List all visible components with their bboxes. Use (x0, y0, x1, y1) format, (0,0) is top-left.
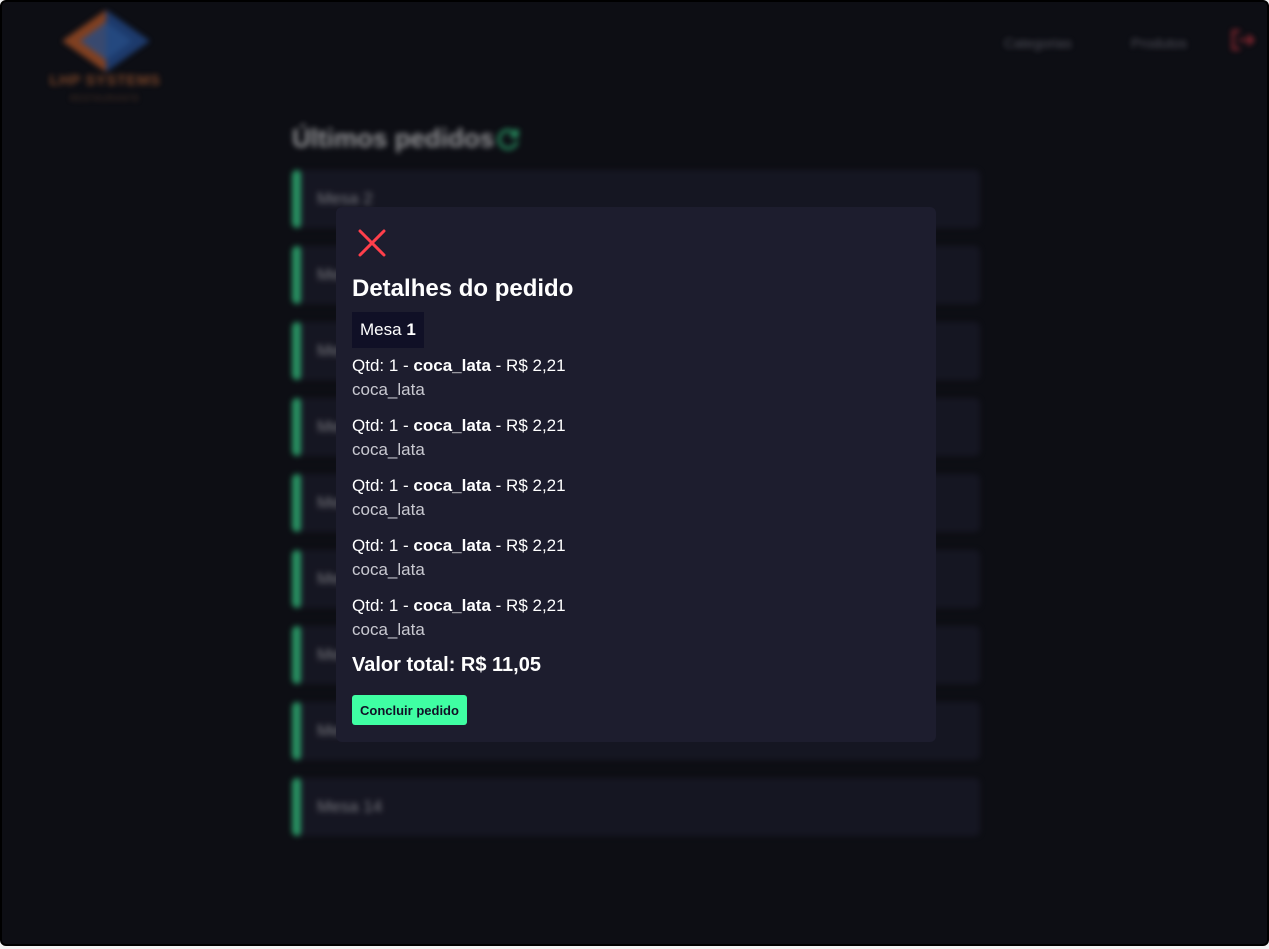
item-name: coca_lata (413, 416, 491, 435)
nav-categorias[interactable]: Categorias (1004, 35, 1072, 51)
item-qty: Qtd: 1 - (352, 416, 409, 435)
item-qty: Qtd: 1 - (352, 536, 409, 555)
item-price: - R$ 2,21 (495, 476, 566, 495)
item-line: Qtd: 1 - coca_lata - R$ 2,21 (352, 474, 912, 498)
order-item: Qtd: 1 - coca_lata - R$ 2,21 coca_lata (352, 474, 912, 522)
table-badge: Mesa 1 (352, 312, 424, 348)
item-description: coca_lata (352, 500, 425, 519)
item-description: coca_lata (352, 620, 425, 639)
item-price: - R$ 2,21 (495, 596, 566, 615)
item-line: Qtd: 1 - coca_lata - R$ 2,21 (352, 414, 912, 438)
item-name: coca_lata (413, 356, 491, 375)
finish-order-button[interactable]: Concluir pedido (352, 695, 467, 725)
logo[interactable]: LHP SYSTEMS RESTAURANTE (44, 6, 166, 106)
order-status-bar (292, 702, 301, 760)
item-line: Qtd: 1 - coca_lata - R$ 2,21 (352, 534, 912, 558)
order-details-modal: Detalhes do pedido Mesa 1 Qtd: 1 - coca_… (336, 207, 936, 742)
item-price: - R$ 2,21 (495, 416, 566, 435)
logo-name: LHP SYSTEMS (49, 72, 161, 89)
order-status-bar (292, 246, 301, 304)
table-prefix: Mesa (360, 320, 402, 339)
item-price: - R$ 2,21 (495, 536, 566, 555)
logo-mark-icon (62, 10, 150, 72)
order-status-bar (292, 550, 301, 608)
order-row[interactable]: Mesa 14 (292, 778, 980, 836)
orders-title: Últimos pedidos (292, 123, 495, 153)
item-qty: Qtd: 1 - (352, 476, 409, 495)
item-name: coca_lata (413, 536, 491, 555)
refresh-icon[interactable] (495, 126, 521, 152)
item-qty: Qtd: 1 - (352, 356, 409, 375)
order-table-label: Mesa 2 (317, 189, 373, 208)
item-description: coca_lata (352, 440, 425, 459)
logout-icon[interactable] (1230, 28, 1256, 52)
table-number: 1 (406, 320, 416, 339)
order-item: Qtd: 1 - coca_lata - R$ 2,21 coca_lata (352, 534, 912, 582)
item-name: coca_lata (413, 476, 491, 495)
order-item: Qtd: 1 - coca_lata - R$ 2,21 coca_lata (352, 354, 912, 402)
item-qty: Qtd: 1 - (352, 596, 409, 615)
order-status-bar (292, 626, 301, 684)
order-status-bar (292, 170, 301, 228)
close-icon[interactable] (356, 227, 388, 259)
order-status-bar (292, 398, 301, 456)
app-window: LHP SYSTEMS RESTAURANTE Categorias Produ… (0, 0, 1269, 946)
nav-produtos[interactable]: Produtos (1131, 35, 1187, 51)
item-line: Qtd: 1 - coca_lata - R$ 2,21 (352, 354, 912, 378)
order-status-bar (292, 474, 301, 532)
modal-title: Detalhes do pedido (352, 275, 574, 302)
item-name: coca_lata (413, 596, 491, 615)
item-price: - R$ 2,21 (495, 356, 566, 375)
order-status-bar (292, 778, 301, 836)
order-item: Qtd: 1 - coca_lata - R$ 2,21 coca_lata (352, 414, 912, 462)
logo-tagline: RESTAURANTE (70, 94, 140, 103)
order-table-label: Mesa 14 (317, 797, 383, 816)
item-description: coca_lata (352, 560, 425, 579)
order-item: Qtd: 1 - coca_lata - R$ 2,21 coca_lata (352, 594, 912, 642)
item-description: coca_lata (352, 380, 425, 399)
item-line: Qtd: 1 - coca_lata - R$ 2,21 (352, 594, 912, 618)
order-total: Valor total: R$ 11,05 (352, 654, 541, 676)
order-status-bar (292, 322, 301, 380)
